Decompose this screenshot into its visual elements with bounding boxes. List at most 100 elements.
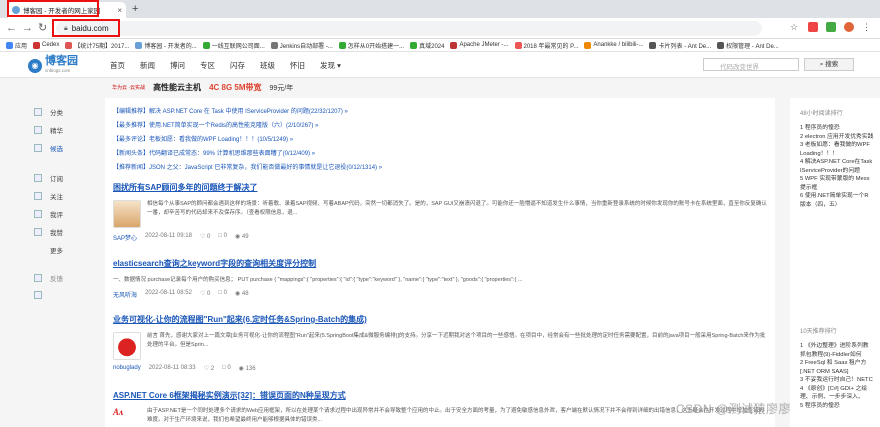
comment-count[interactable]: □ 0 (218, 233, 227, 242)
leftnav-category[interactable]: 分类 (34, 107, 63, 117)
search-button[interactable]: ⌕ 搜索 (804, 58, 854, 71)
post-author[interactable]: nobuglady (113, 365, 141, 372)
post-title[interactable]: 困扰所有SAP顾问多年的问题终于解决了 (113, 182, 768, 193)
ranking-item[interactable]: 6 使用.NET简单实现一个R (800, 192, 880, 201)
nav-discover[interactable]: 发现 ▾ (320, 60, 341, 71)
bookmark[interactable]: Apache JMeter -... (450, 41, 509, 49)
extension-icons: ☆ ⋮ (790, 22, 872, 32)
post-author[interactable]: SAP梦心 (113, 233, 137, 242)
back-icon[interactable]: ← (6, 21, 17, 35)
extension-icon[interactable] (826, 22, 836, 32)
like-icon: ♡ (199, 291, 207, 297)
profile-icon[interactable] (844, 22, 854, 32)
bookmark[interactable]: 真域2024 (410, 41, 444, 50)
nav-zone[interactable]: 专区 (200, 60, 215, 71)
nav-nostalgia[interactable]: 怀旧 (290, 60, 305, 71)
ranking-item[interactable]: 5 WPF 实现带蒙版的 Mess (800, 175, 880, 184)
bookmark[interactable]: Cedex (33, 41, 59, 49)
leftnav-my-likes[interactable]: 我赞 (34, 227, 63, 237)
notice-editor[interactable]: 【编辑推荐】解决 ASP.NET Core 在 Task 中使用 IServic… (113, 106, 348, 115)
bookmark[interactable]: 博客园 - 开发者的... (135, 41, 197, 50)
browser-tab[interactable]: 博客园 - 开发者的网上家园 × (8, 2, 126, 18)
leftnav-follow[interactable]: 关注 (34, 191, 63, 201)
forward-icon[interactable]: → (22, 21, 33, 35)
ranking-item[interactable]: 1 《外边整理》进阶系列教 (800, 342, 880, 351)
post-title[interactable]: ASP.NET Core 6框架揭秘实例演示[32]：错误页面的N种呈现方式 (113, 390, 768, 401)
view-icon: ◉ (238, 366, 246, 372)
leftnav-feedback[interactable]: 反馈 (34, 273, 63, 283)
ranking-item[interactable]: 2 electron 应用开发优秀实践 (800, 133, 880, 142)
like-icon: ♡ (203, 366, 211, 372)
like-count[interactable]: ♡ 0 (200, 233, 210, 242)
search-input[interactable]: 代码改变世界 (703, 58, 799, 71)
bookmark[interactable]: 一线互联网公司面... (202, 41, 265, 50)
sidebar-heading-48h: 48小时阅读排行 (800, 111, 843, 117)
ranking-item[interactable]: 版本（四，五） (800, 201, 880, 210)
address-bar[interactable]: 🔒︎ baidu.com (56, 21, 762, 36)
bookmark[interactable]: 权限管理 - Ant De... (717, 41, 779, 50)
menu-icon[interactable]: ⋮ (862, 22, 872, 32)
subscribe-icon (34, 174, 42, 182)
post-summary: 前言 首先，感谢大家对上一篇文章[业务可视化-让你的流程图"Run"起来(5.S… (147, 333, 766, 348)
post-author[interactable]: 无风听海 (113, 290, 137, 299)
banner-price: 99元/年 (269, 84, 294, 92)
reload-icon[interactable]: ↻ (38, 21, 47, 35)
bookmark[interactable]: 【统计75期】2017... (65, 41, 129, 50)
notice-headline[interactable]: 【新闻头条】代码翻译已成常态：99% 计算机思维那些表面糟了(0/12/409)… (113, 148, 315, 157)
avatar[interactable] (113, 332, 141, 360)
nav-news[interactable]: 新闻 (140, 60, 155, 71)
ranking-item[interactable]: 提示框 (800, 184, 880, 193)
post-summary: 由于ASP.NET是一个同时处理多个请求的Web应用框架，所以在处理某个请求过程… (147, 408, 765, 423)
ad-banner[interactable]: 华为云 ·云实战 高性能云主机 4C 8G 5M带宽 99元/年 (112, 81, 532, 94)
ranking-item[interactable]: 4 解决ASP.NET Core在Task (800, 158, 880, 167)
nav-qa[interactable]: 博问 (170, 60, 185, 71)
extension-icon[interactable] (808, 22, 818, 32)
leftnav-extra (34, 291, 42, 299)
avatar[interactable]: Aᴧ (113, 407, 141, 427)
bookmark[interactable]: Anankke / bilibili-... (584, 41, 643, 49)
view-icon: ◉ (234, 234, 242, 240)
leftnav-more[interactable]: 更多 (34, 245, 63, 255)
notice-most-recommended[interactable]: 【最多推荐】使用.NET简单实现一个Redis的高性能克隆版（六）(2/10/2… (113, 120, 318, 129)
post-title[interactable]: 业务可视化-让你的流程图"Run"起来(6.定时任务&Spring-Batch的… (113, 314, 768, 325)
ranking-item[interactable]: Loading！！！ (800, 150, 880, 159)
ranking-item[interactable]: 1 程序员的惶恐 (800, 124, 880, 133)
ranking-item[interactable]: 4 《原创》[C#] GDI+ 之绘 (800, 385, 880, 394)
ranking-item[interactable]: [.NET ORM SAAS] (800, 368, 880, 377)
post-item: 困扰所有SAP顾问多年的问题终于解决了 相信每个从事SAP的顾问都会遇到这样的场… (113, 182, 768, 242)
new-tab-button[interactable]: + (132, 3, 138, 15)
ranking-item[interactable]: 3 不妥我运行时自己！NETC (800, 376, 880, 385)
ranking-item[interactable]: 理、示例、一步步深入、 (800, 393, 880, 402)
ranking-item[interactable]: IServiceProvider的问题 (800, 167, 880, 176)
close-tab-icon[interactable]: × (117, 6, 122, 15)
comment-count[interactable]: □ 0 (218, 290, 227, 299)
leftnav-candidate[interactable]: 候选 (34, 143, 63, 153)
bookmark[interactable]: 怎样从0开始搭建一... (338, 41, 404, 50)
ranking-item[interactable]: 5 程序员的惶恐 (800, 402, 880, 411)
comment-count[interactable]: □ 0 (222, 365, 231, 372)
avatar[interactable] (113, 200, 141, 228)
bookmark[interactable]: 2018 年最常见的 P... (514, 41, 578, 50)
ranking-item[interactable]: 3 老板如愿：看我做的WPF (800, 141, 880, 150)
bookmark[interactable]: 卡片列表 - Ant De... (649, 41, 711, 50)
star-icon[interactable]: ☆ (790, 22, 800, 32)
nav-home[interactable]: 首页 (110, 60, 125, 71)
post-title[interactable]: elasticsearch查询之keyword字段的查询相关度评分控制 (113, 258, 768, 269)
ranking-item[interactable]: 2 FreeSql 和 Saas 租户方 (800, 359, 880, 368)
leftnav-subscribe[interactable]: 订阅 (34, 173, 63, 183)
like-count[interactable]: ♡ 0 (200, 290, 210, 299)
nav-flash[interactable]: 闪存 (230, 60, 245, 71)
notice-most-comments[interactable]: 【最多评论】老板如愿：看我做的WPF Loading！！！(10/5/1249)… (113, 134, 293, 143)
bookmark[interactable]: Jenkins自动部署 -... (270, 41, 333, 50)
ranking-item[interactable]: 抓包教程(9)-Fiddler如何 (800, 351, 880, 360)
banner-headline: 高性能云主机 (153, 83, 202, 92)
notice-recommended-news[interactable]: 【推荐新闻】JSON 之父：JavaScript 已非常复杂，我们能否做最好的事… (113, 162, 382, 171)
site-logo[interactable]: ◉ 博客园 cnblogs.com (28, 56, 78, 76)
like-count[interactable]: ♡ 2 (204, 365, 214, 372)
nav-class[interactable]: 班级 (260, 60, 275, 71)
leftnav-featured[interactable]: 精华 (34, 125, 63, 135)
bookmark-apps[interactable]: 应用 (6, 41, 27, 50)
post-date: 2022-08-11 09:18 (145, 233, 192, 239)
post-summary: 相信每个从事SAP的顾问都会遇到这样的场景：听着歌、录着SAP视频、写着ABAP… (147, 201, 767, 216)
leftnav-my-comments[interactable]: 我评 (34, 209, 63, 219)
